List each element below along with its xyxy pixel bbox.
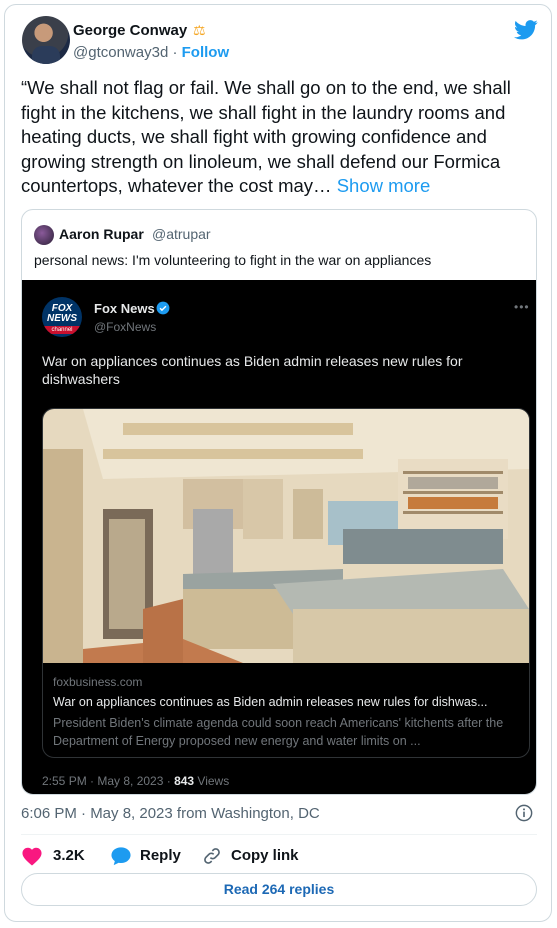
author-handle-line: @gtconway3d · Follow bbox=[73, 44, 230, 61]
link-preview-card: foxbusiness.com War on appliances contin… bbox=[42, 408, 530, 758]
tweet-timestamp[interactable]: 6:06 PM · May 8, 2023 from Washington, D… bbox=[21, 805, 320, 822]
fox-news-logo: FOX NEWS channel bbox=[42, 297, 82, 337]
author-handle[interactable]: @gtconway3d bbox=[73, 44, 168, 61]
logo-text-news: NEWS bbox=[47, 313, 77, 324]
embedded-tweet-image: FOX NEWS channel Fox News @FoxNews ••• W… bbox=[22, 280, 536, 794]
quoted-author-handle: @atrupar bbox=[152, 226, 211, 242]
embed-timestamp: 2:55 PM · May 8, 2023 · 843 Views bbox=[42, 774, 229, 788]
more-options-icon: ••• bbox=[514, 300, 530, 314]
info-icon[interactable] bbox=[515, 804, 533, 822]
heart-icon bbox=[22, 847, 42, 866]
quoted-text: personal news: I'm volunteering to fight… bbox=[34, 252, 432, 268]
embed-author-name: Fox News bbox=[94, 301, 155, 316]
follow-button[interactable]: Follow bbox=[182, 44, 230, 61]
embed-author-handle: @FoxNews bbox=[94, 320, 157, 334]
scales-icon: ⚖ bbox=[193, 22, 206, 38]
reply-label: Reply bbox=[140, 847, 181, 864]
like-button[interactable]: 3.2K bbox=[21, 846, 91, 866]
twitter-bird-icon[interactable] bbox=[514, 20, 538, 40]
link-description: President Biden's climate agenda could s… bbox=[53, 716, 504, 748]
reply-bubble-icon bbox=[111, 847, 131, 866]
reply-button[interactable]: Reply bbox=[110, 846, 190, 866]
author-name[interactable]: George Conway bbox=[73, 22, 187, 39]
link-title: War on appliances continues as Biden adm… bbox=[53, 695, 488, 709]
embed-views-label: Views bbox=[194, 774, 230, 788]
embed-time: 2:55 PM · May 8, 2023 · bbox=[42, 774, 175, 788]
read-replies-button[interactable]: Read 264 replies bbox=[21, 873, 537, 906]
tweet-text: “We shall not flag or fail. We shall go … bbox=[21, 76, 536, 199]
quoted-avatar bbox=[34, 225, 54, 245]
link-domain: foxbusiness.com bbox=[53, 675, 143, 689]
like-count: 3.2K bbox=[53, 847, 85, 864]
quoted-tweet[interactable]: Aaron Rupar @atrupar personal news: I'm … bbox=[21, 209, 537, 795]
link-icon bbox=[204, 848, 220, 864]
divider bbox=[21, 834, 537, 835]
logo-text-channel: channel bbox=[44, 326, 80, 334]
quoted-author-name: Aaron Rupar bbox=[59, 226, 144, 242]
copy-link-label: Copy link bbox=[231, 847, 299, 864]
tweet-body: “We shall not flag or fail. We shall go … bbox=[21, 77, 511, 196]
show-more-link[interactable]: Show more bbox=[337, 175, 431, 196]
verified-badge-icon bbox=[156, 301, 170, 315]
embed-text: War on appliances continues as Biden adm… bbox=[42, 353, 463, 387]
kitchen-photo bbox=[43, 409, 529, 663]
copy-link-button[interactable]: Copy link bbox=[202, 846, 312, 866]
embed-views-count: 843 bbox=[174, 774, 195, 788]
author-avatar[interactable] bbox=[22, 16, 70, 64]
